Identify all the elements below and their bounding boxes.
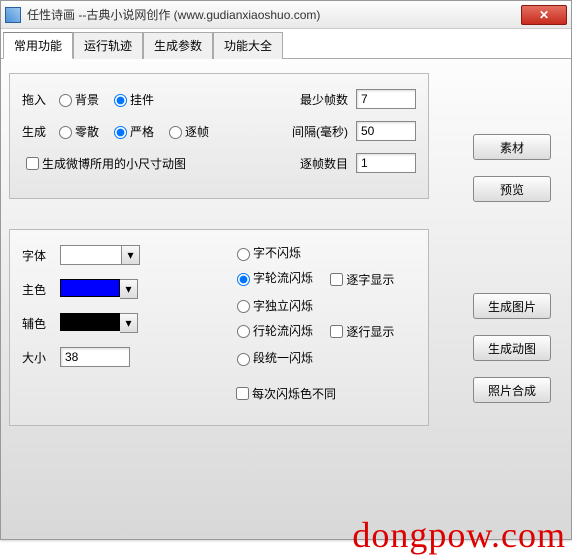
radio-scatter[interactable]: 零散: [54, 123, 99, 140]
radio-strict[interactable]: 严格: [109, 123, 154, 140]
gen-label: 生成: [22, 123, 46, 140]
radio-charrotate[interactable]: 字轮流闪烁: [232, 269, 313, 286]
tabstrip: 常用功能 运行轨迹 生成参数 功能大全: [1, 29, 571, 59]
minframes-input[interactable]: [356, 89, 416, 109]
material-button[interactable]: 素材: [473, 134, 551, 160]
window-title: 任性诗画 --古典小说网创作 (www.gudianxiaoshuo.com): [27, 6, 521, 23]
maincolor-combo[interactable]: ▾: [60, 279, 138, 299]
genimage-button[interactable]: 生成图片: [473, 293, 551, 319]
side-buttons-bottom: 生成图片 生成动图 照片合成: [473, 293, 551, 403]
genanim-button[interactable]: 生成动图: [473, 335, 551, 361]
check-weibo-thumb[interactable]: 生成微博所用的小尺寸动图: [22, 154, 186, 173]
chevron-down-icon[interactable]: ▾: [120, 279, 138, 299]
size-label: 大小: [22, 349, 52, 366]
auxcolor-swatch: [60, 313, 120, 331]
maincolor-label: 主色: [22, 281, 52, 298]
check-perchar[interactable]: 逐字显示: [326, 270, 394, 289]
radio-pendant[interactable]: 挂件: [109, 91, 154, 108]
auxcolor-label: 辅色: [22, 315, 52, 332]
tab-params[interactable]: 生成参数: [143, 32, 213, 59]
drag-label: 拖入: [22, 91, 46, 108]
auxcolor-combo[interactable]: ▾: [60, 313, 138, 333]
chevron-down-icon[interactable]: ▾: [122, 245, 140, 265]
font-label: 字体: [22, 247, 52, 264]
font-combo[interactable]: ▾: [60, 245, 140, 265]
interval-input[interactable]: [356, 121, 416, 141]
client-area: 拖入 背景 挂件 最少帧数 生成 零散 严格 逐帧 间隔(毫秒) 生成微博所用的…: [1, 59, 571, 539]
radio-perframe[interactable]: 逐帧: [164, 123, 209, 140]
tab-common[interactable]: 常用功能: [3, 32, 73, 59]
titlebar: 任性诗画 --古典小说网创作 (www.gudianxiaoshuo.com) …: [1, 1, 571, 29]
close-button[interactable]: ✕: [521, 5, 567, 25]
tab-trajectory[interactable]: 运行轨迹: [73, 32, 143, 59]
framecount-input[interactable]: [356, 153, 416, 173]
radio-background[interactable]: 背景: [54, 91, 99, 108]
tab-all[interactable]: 功能大全: [213, 32, 283, 59]
radio-linerotate[interactable]: 行轮流闪烁: [232, 322, 313, 339]
framecount-label: 逐帧数目: [300, 155, 348, 172]
minframes-label: 最少帧数: [300, 91, 348, 108]
radio-charindep[interactable]: 字独立闪烁: [232, 297, 313, 314]
interval-label: 间隔(毫秒): [292, 123, 348, 140]
radio-segment[interactable]: 段统一闪烁: [232, 349, 313, 366]
radio-noblink[interactable]: 字不闪烁: [232, 244, 301, 261]
photomerge-button[interactable]: 照片合成: [473, 377, 551, 403]
check-diffcolor[interactable]: 每次闪烁色不同: [232, 384, 336, 403]
size-input[interactable]: [60, 347, 130, 367]
panel-bottom: 字体 ▾ 主色 ▾ 辅色 ▾ 大小: [9, 229, 429, 426]
preview-button[interactable]: 预览: [473, 176, 551, 202]
check-perline[interactable]: 逐行显示: [326, 322, 394, 341]
maincolor-swatch: [60, 279, 120, 297]
chevron-down-icon[interactable]: ▾: [120, 313, 138, 333]
app-window: 任性诗画 --古典小说网创作 (www.gudianxiaoshuo.com) …: [0, 0, 572, 540]
app-icon: [5, 7, 21, 23]
side-buttons-top: 素材 预览: [473, 134, 551, 202]
panel-top: 拖入 背景 挂件 最少帧数 生成 零散 严格 逐帧 间隔(毫秒) 生成微博所用的…: [9, 73, 429, 199]
